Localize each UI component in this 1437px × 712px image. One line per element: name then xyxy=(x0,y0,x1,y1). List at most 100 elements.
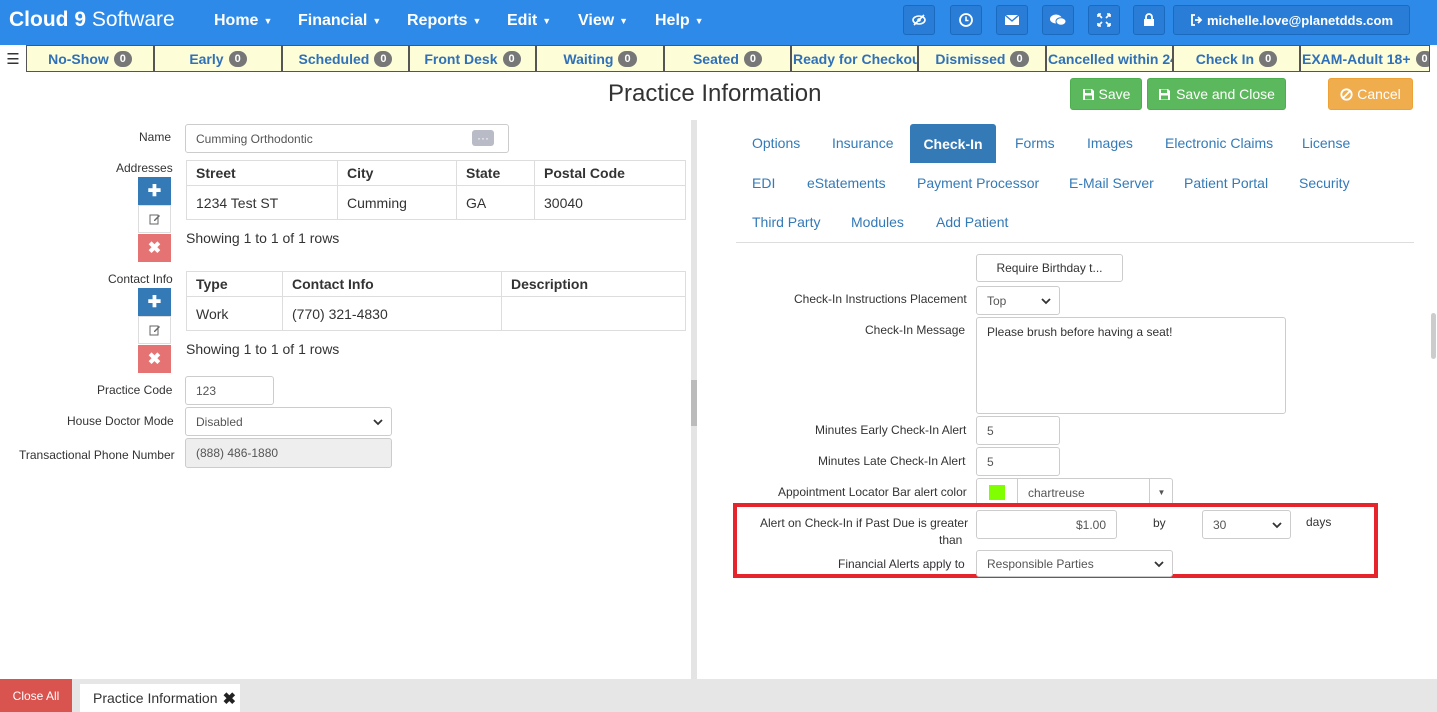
menu-reports[interactable]: Reports ▼ xyxy=(407,12,481,30)
tabs-divider xyxy=(736,242,1414,243)
splitter-grip[interactable] xyxy=(691,380,697,426)
scrollbar-thumb[interactable] xyxy=(1431,313,1436,359)
addresses-label: Addresses xyxy=(116,161,173,175)
brand-logo[interactable]: Cloud 9 Software xyxy=(9,8,175,32)
checkin-message-textarea[interactable]: Please brush before having a seat! xyxy=(976,317,1286,414)
menu-help[interactable]: Help ▼ xyxy=(655,12,704,30)
table-row[interactable]: 1234 Test ST Cumming GA 30040 xyxy=(186,185,686,220)
contact-info-table: Type Contact Info Description Work (770)… xyxy=(186,271,686,331)
lock-button[interactable] xyxy=(1133,5,1165,35)
instructions-placement-select[interactable]: Top xyxy=(976,286,1060,315)
panel-splitter[interactable] xyxy=(691,120,697,680)
practice-code-input[interactable]: 123 xyxy=(185,376,274,405)
caret-down-icon[interactable]: ▼ xyxy=(1149,479,1173,506)
column-header[interactable]: Postal Code xyxy=(534,160,686,186)
delete-contact-button[interactable]: ✖ xyxy=(138,345,171,373)
past-due-days-select[interactable]: 30 xyxy=(1202,510,1291,539)
close-icon: ✖ xyxy=(147,240,162,257)
tab-third-party[interactable]: Third Party xyxy=(752,214,820,230)
status-check-in[interactable]: Check In 0 xyxy=(1173,45,1300,72)
add-address-button[interactable]: ✚ xyxy=(138,177,171,205)
tab-license[interactable]: License xyxy=(1302,135,1350,151)
open-tab-practice-information[interactable]: Practice Information ✖ xyxy=(80,684,240,712)
financial-alerts-select[interactable]: Responsible Parties xyxy=(976,550,1173,577)
locator-color-label: Appointment Locator Bar alert color xyxy=(778,485,967,499)
practice-code-label: Practice Code xyxy=(97,383,173,397)
delete-address-button[interactable]: ✖ xyxy=(138,234,171,262)
tab-options[interactable]: Options xyxy=(752,135,800,151)
practice-name-input[interactable]: Cumming Orthodontic ··· xyxy=(185,124,509,153)
menu-financial[interactable]: Financial ▼ xyxy=(298,12,381,30)
past-due-amount-input[interactable]: $1.00 xyxy=(976,510,1117,539)
status-early[interactable]: Early 0 xyxy=(154,45,282,72)
edit-contact-button[interactable] xyxy=(138,316,171,344)
status-front-desk[interactable]: Front Desk 0 xyxy=(409,45,536,72)
tab-check-in[interactable]: Check-In xyxy=(910,124,996,163)
status-waiting[interactable]: Waiting 0 xyxy=(536,45,664,72)
eye-slash-button[interactable] xyxy=(903,5,935,35)
count-badge: 0 xyxy=(1010,50,1029,67)
caret-down-icon: ▼ xyxy=(619,15,629,26)
house-doctor-mode-select[interactable]: Disabled xyxy=(185,407,392,436)
tab-modules[interactable]: Modules xyxy=(851,214,904,230)
early-alert-label: Minutes Early Check-In Alert xyxy=(815,423,967,437)
table-cell xyxy=(501,296,686,331)
clock-button[interactable] xyxy=(950,5,982,35)
messages-button[interactable] xyxy=(996,5,1028,35)
chat-button[interactable] xyxy=(1042,5,1074,35)
tab-electronic-claims[interactable]: Electronic Claims xyxy=(1165,135,1273,151)
table-cell: 1234 Test ST xyxy=(186,185,338,220)
menu-home[interactable]: Home ▼ xyxy=(214,12,272,30)
table-cell: Cumming xyxy=(337,185,457,220)
cancel-button[interactable]: Cancel xyxy=(1328,78,1413,110)
column-header[interactable]: Description xyxy=(501,271,686,297)
user-account-button[interactable]: michelle.love@planetdds.com xyxy=(1173,5,1410,35)
hamburger-menu-icon[interactable]: ☰ xyxy=(0,45,26,72)
save-and-close-button[interactable]: Save and Close xyxy=(1147,78,1286,110)
tab-payment-processor[interactable]: Payment Processor xyxy=(917,175,1039,191)
fullscreen-button[interactable] xyxy=(1088,5,1120,35)
column-header[interactable]: Street xyxy=(186,160,338,186)
status-scheduled[interactable]: Scheduled 0 xyxy=(282,45,409,72)
tab-security[interactable]: Security xyxy=(1299,175,1350,191)
add-contact-button[interactable]: ✚ xyxy=(138,288,171,316)
edit-address-button[interactable] xyxy=(138,205,171,233)
caret-down-icon: ▼ xyxy=(542,15,552,26)
tab-add-patient[interactable]: Add Patient xyxy=(936,214,1008,230)
chevron-down-icon xyxy=(373,419,383,426)
status-cancelled-within-24[interactable]: Cancelled within 24 xyxy=(1046,45,1173,72)
menu-edit[interactable]: Edit ▼ xyxy=(507,12,551,30)
column-header[interactable]: Contact Info xyxy=(282,271,502,297)
close-tab-icon[interactable]: ✖ xyxy=(223,689,236,709)
tab-patient-portal[interactable]: Patient Portal xyxy=(1184,175,1268,191)
column-header[interactable]: Type xyxy=(186,271,283,297)
color-swatch-container[interactable] xyxy=(977,479,1018,506)
column-header[interactable]: City xyxy=(337,160,457,186)
tab-forms[interactable]: Forms xyxy=(1015,135,1055,151)
table-row[interactable]: Work (770) 321-4830 xyxy=(186,296,686,331)
column-header[interactable]: State xyxy=(456,160,535,186)
tab-images[interactable]: Images xyxy=(1087,135,1133,151)
close-all-button[interactable]: Close All xyxy=(0,679,72,712)
days-label: days xyxy=(1306,515,1332,529)
status-no-show[interactable]: No-Show 0 xyxy=(26,45,154,72)
tab-insurance[interactable]: Insurance xyxy=(832,135,893,151)
late-alert-input[interactable]: 5 xyxy=(976,447,1060,476)
tab-edi[interactable]: EDI xyxy=(752,175,775,191)
status-ready-for-checkout[interactable]: Ready for Checkout xyxy=(791,45,918,72)
require-birthday-button[interactable]: Require Birthday t... xyxy=(976,254,1123,282)
transactional-phone-input[interactable]: (888) 486-1880 xyxy=(185,438,392,468)
tab-estatements[interactable]: eStatements xyxy=(807,175,886,191)
edit-icon xyxy=(149,325,160,336)
save-button[interactable]: Save xyxy=(1070,78,1142,110)
lock-icon xyxy=(1144,13,1154,26)
ellipsis-icon[interactable]: ··· xyxy=(472,130,494,146)
status-exam-adult[interactable]: EXAM-Adult 18+ 0 xyxy=(1300,45,1430,72)
early-alert-input[interactable]: 5 xyxy=(976,416,1060,445)
status-dismissed[interactable]: Dismissed 0 xyxy=(918,45,1046,72)
sign-out-icon xyxy=(1191,14,1203,26)
status-seated[interactable]: Seated 0 xyxy=(664,45,791,72)
by-label: by xyxy=(1153,516,1166,530)
tab-email-server[interactable]: E-Mail Server xyxy=(1069,175,1154,191)
menu-view[interactable]: View ▼ xyxy=(578,12,628,30)
